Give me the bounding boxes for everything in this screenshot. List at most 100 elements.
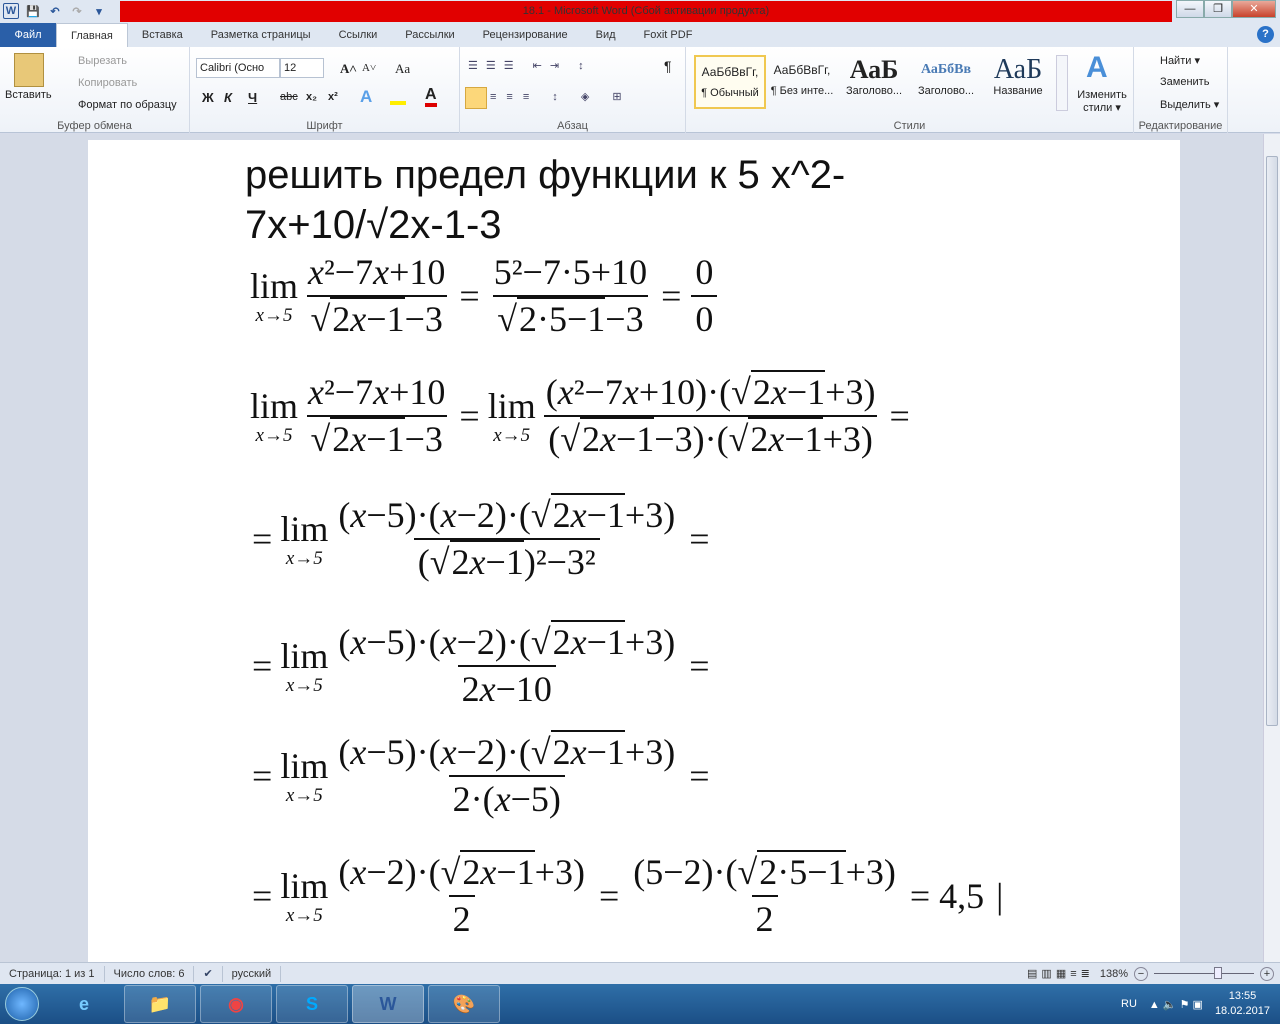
view-buttons[interactable]: ▤▥▦≡≣ (1027, 967, 1094, 980)
word-count[interactable]: Число слов: 6 (105, 965, 195, 982)
minimize-button[interactable]: — (1176, 0, 1204, 18)
subscript-button[interactable]: x₂ (306, 91, 317, 103)
window-title: 18.1 - Microsoft Word (Сбой активации пр… (120, 1, 1172, 22)
limit: lim x→5 (280, 508, 329, 569)
align-buttons[interactable]: ≡≡≡ ↕ ◈ ⊞ (490, 90, 632, 103)
numerator: (5−2)·(√2·5−1+3) (633, 850, 896, 892)
format-painter-button[interactable]: Формат по образцу (78, 99, 177, 111)
underline-button[interactable]: Ч (248, 90, 257, 105)
numerator: x²−7x+10 (308, 252, 446, 292)
paint-icon[interactable]: 🎨 (428, 985, 500, 1023)
font-size-select[interactable]: 12 (280, 58, 324, 78)
customize-qat-icon[interactable]: ▾ (91, 3, 107, 19)
shrink-font-button[interactable]: A˅ (362, 62, 376, 74)
numerator: 5²−7·5+10 (493, 252, 648, 292)
italic-button[interactable]: К (224, 90, 232, 105)
text-effects-icon[interactable]: A (360, 87, 372, 107)
fraction: (x−5)·(x−2)·(√2x−1+3) 2·(x−5) (334, 730, 679, 821)
undo-icon[interactable]: ↶ (47, 3, 63, 19)
tab-home[interactable]: Главная (56, 23, 128, 47)
page-count[interactable]: Страница: 1 из 1 (0, 965, 105, 982)
operator: | (996, 876, 1004, 917)
tab-file[interactable]: Файл (0, 23, 56, 47)
grow-font-button[interactable]: A˄ (340, 61, 357, 77)
superscript-button[interactable]: x² (328, 91, 338, 103)
highlight-icon[interactable] (390, 91, 406, 105)
tab-foxit[interactable]: Foxit PDF (630, 23, 707, 47)
list-buttons[interactable]: ☰☰☰ ⇤⇥ ↕ (468, 59, 592, 72)
redo-icon[interactable]: ↷ (69, 3, 85, 19)
language[interactable]: русский (223, 965, 282, 982)
ie-icon[interactable]: e (48, 985, 120, 1023)
clock[interactable]: 13:55 18.02.2017 (1215, 989, 1270, 1019)
tab-page-layout[interactable]: Разметка страницы (197, 23, 325, 47)
document-page[interactable]: решить предел функции к 5 x^2- 7x+10/√2x… (88, 140, 1180, 970)
start-button[interactable] (0, 984, 44, 1024)
tab-review[interactable]: Рецензирование (469, 23, 582, 47)
title-bar: W 💾 ↶ ↷ ▾ 18.1 - Microsoft Word (Сбой ак… (0, 0, 1280, 22)
styles-label: Стили (893, 120, 926, 132)
operator: = (252, 876, 273, 917)
denominator: (√2x−1)²−3² (413, 538, 600, 583)
zoom-level[interactable]: 138% (1100, 968, 1128, 980)
font-label: Шрифт (306, 120, 343, 132)
bold-button[interactable]: Ж (202, 90, 214, 105)
quick-access-toolbar: W 💾 ↶ ↷ ▾ (0, 3, 120, 19)
show-marks-button[interactable]: ¶ (664, 58, 672, 74)
align-left-button[interactable] (465, 87, 487, 109)
tab-view[interactable]: Вид (582, 23, 630, 47)
change-case-button[interactable]: Aa (395, 61, 410, 77)
vertical-scrollbar[interactable] (1263, 134, 1280, 962)
equation-line: lim x→5 x²−7x+10 √2x−1−3 = lim x→5 (x²−7x+10)·(… (248, 370, 916, 461)
find-button[interactable]: Найти ▾ (1160, 54, 1200, 67)
tab-references[interactable]: Ссылки (325, 23, 392, 47)
operator: = (252, 646, 273, 687)
editing-label: Редактирование (1138, 120, 1223, 132)
word-taskbar-icon[interactable]: W (352, 985, 424, 1023)
operator: = (252, 519, 273, 560)
style-normal[interactable]: АаБбВвГг, ¶ Обычный (694, 55, 766, 109)
zoom-out-button[interactable]: − (1134, 966, 1148, 981)
replace-button[interactable]: Заменить (1160, 76, 1209, 88)
copy-button[interactable]: Копировать (78, 77, 137, 89)
style-heading1[interactable]: АаБ Заголово... (838, 55, 910, 109)
paste-button[interactable]: Вставить (5, 89, 52, 101)
tray-icons[interactable]: ▲ 🔈 ⚑ ▣ (1149, 998, 1203, 1011)
paste-icon (14, 53, 44, 87)
zoom-in-button[interactable]: + (1260, 966, 1274, 981)
limit: lim x→5 (487, 385, 536, 446)
save-icon[interactable]: 💾 (25, 3, 41, 19)
tab-mailings[interactable]: Рассылки (391, 23, 468, 47)
styles-group: АаБбВвГг, ¶ Обычный АаБбВвГг, ¶ Без инте..… (686, 47, 1134, 133)
maximize-button[interactable]: ❐ (1204, 0, 1232, 18)
strikethrough-button[interactable]: abc (280, 91, 298, 103)
fraction: (x−5)·(x−2)·(√2x−1+3) 2x−10 (334, 620, 679, 711)
input-language[interactable]: RU (1121, 998, 1137, 1010)
operator: = (689, 756, 710, 797)
cut-button[interactable]: Вырезать (78, 55, 127, 67)
operator: = (689, 646, 710, 687)
select-button[interactable]: Выделить ▾ (1160, 98, 1219, 111)
operator: = (252, 756, 273, 797)
explorer-icon[interactable]: 📁 (124, 985, 196, 1023)
chrome-icon[interactable]: ◉ (200, 985, 272, 1023)
style-heading2[interactable]: АаБбВв Заголово... (910, 55, 982, 109)
font-name-select[interactable]: Calibri (Осно (196, 58, 280, 78)
operator: = (689, 519, 710, 560)
close-button[interactable]: ✕ (1232, 0, 1276, 18)
denominator: √2x−1−3 (306, 295, 447, 340)
zoom-slider[interactable] (1154, 967, 1254, 979)
font-color-icon[interactable]: A (425, 87, 437, 107)
change-styles-button[interactable]: Изменить стили ▾ (1074, 89, 1130, 114)
status-bar: Страница: 1 из 1 Число слов: 6 ✔ русский… (0, 962, 1280, 984)
denominator: 2 (751, 895, 778, 940)
tab-insert[interactable]: Вставка (128, 23, 197, 47)
scroll-thumb[interactable] (1266, 156, 1278, 726)
style-no-spacing[interactable]: АаБбВвГг, ¶ Без инте... (766, 55, 838, 109)
styles-scroll[interactable] (1056, 55, 1068, 111)
proofing-icon[interactable]: ✔ (194, 965, 223, 982)
skype-icon[interactable]: S (276, 985, 348, 1023)
ribbon-tabs: Файл Главная Вставка Разметка страницы С… (0, 22, 1280, 47)
help-icon[interactable]: ? (1257, 26, 1274, 43)
style-title[interactable]: АаБ Название (982, 55, 1054, 109)
